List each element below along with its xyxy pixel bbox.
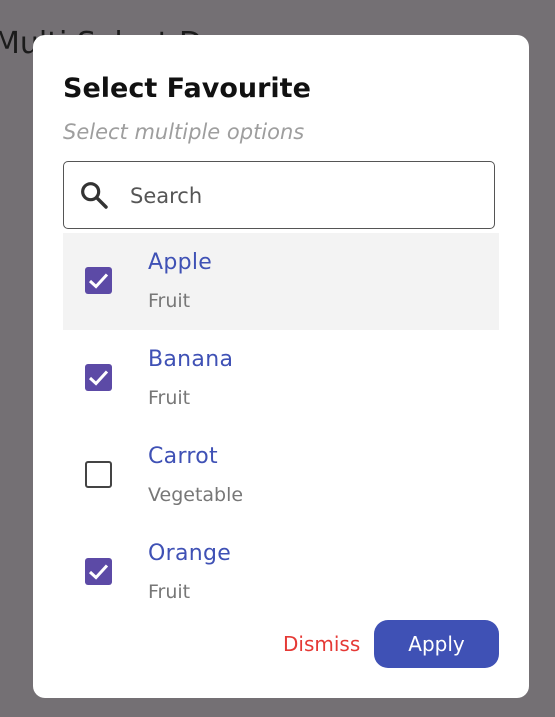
item-label: Apple — [148, 250, 213, 275]
list-item-carrot[interactable]: Carrot Vegetable — [63, 427, 499, 524]
list-item-apple[interactable]: Apple Fruit — [63, 233, 499, 330]
checkbox-checked-icon[interactable] — [85, 267, 112, 294]
item-category: Vegetable — [148, 484, 244, 506]
checkbox-unchecked-icon[interactable] — [85, 461, 112, 488]
options-list: Apple Fruit Banana Fruit Carrot Vegetabl… — [63, 233, 499, 621]
list-item-orange[interactable]: Orange Fruit — [63, 524, 499, 621]
search-input[interactable] — [128, 174, 472, 218]
item-category: Fruit — [148, 581, 191, 603]
item-label: Orange — [148, 541, 232, 566]
multi-select-dialog: Select Favourite Select multiple options… — [33, 35, 529, 698]
checkbox-checked-icon[interactable] — [85, 558, 112, 585]
search-icon — [78, 179, 110, 211]
checkbox-checked-icon[interactable] — [85, 364, 112, 391]
apply-button[interactable]: Apply — [374, 620, 499, 668]
item-category: Fruit — [148, 387, 191, 409]
dialog-title: Select Favourite — [63, 73, 311, 104]
item-category: Fruit — [148, 290, 191, 312]
item-label: Banana — [148, 347, 234, 372]
search-field[interactable] — [63, 161, 495, 229]
item-label: Carrot — [148, 444, 218, 469]
list-item-banana[interactable]: Banana Fruit — [63, 330, 499, 427]
dismiss-button[interactable]: Dismiss — [283, 632, 360, 656]
dialog-subtitle: Select multiple options — [63, 120, 305, 144]
